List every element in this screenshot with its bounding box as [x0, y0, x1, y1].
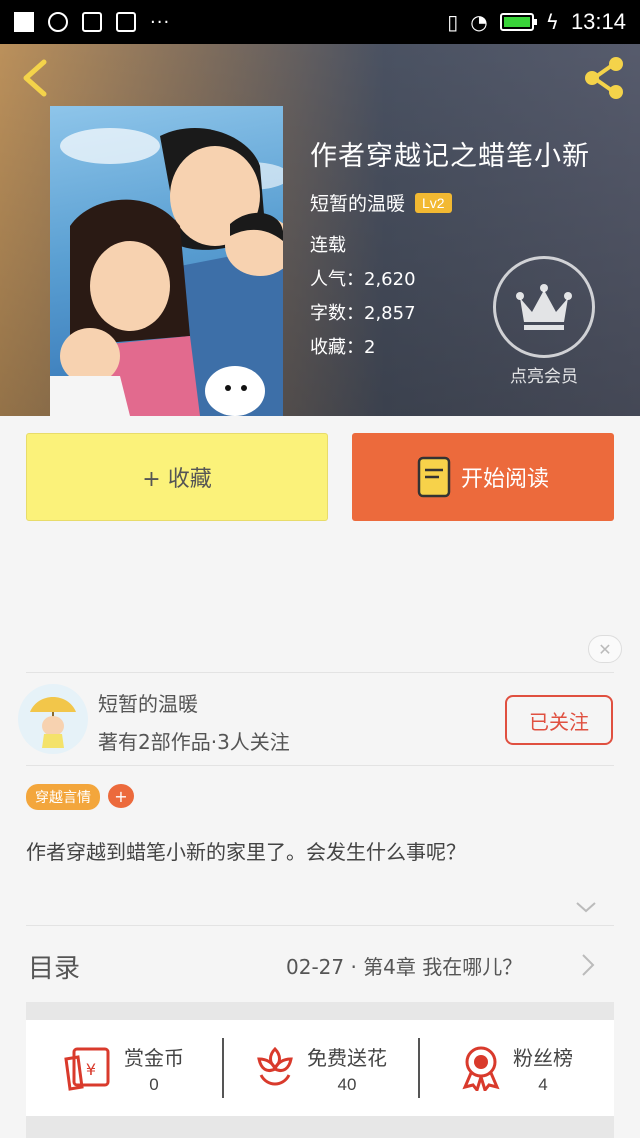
status-bar: ··· ▯ ◔ ϟ 13:14: [0, 0, 640, 44]
battery-icon: [499, 13, 537, 31]
book-cover-image[interactable]: [50, 106, 283, 416]
vip-membership-button[interactable]: 点亮会员: [493, 256, 595, 387]
word-count-stat: 字数：2,857: [310, 303, 416, 324]
level-badge: Lv2: [415, 192, 452, 213]
fan-ranking-button[interactable]: 粉丝榜 4: [418, 1020, 614, 1116]
collect-button[interactable]: + 收藏: [26, 433, 328, 521]
avatar[interactable]: [18, 684, 88, 754]
wifi-icon: ◔: [470, 10, 488, 34]
charging-icon: ϟ: [545, 10, 559, 34]
send-flower-value: 40: [337, 1074, 357, 1094]
popularity-stat: 人气：2,620: [310, 269, 416, 290]
latest-chapter[interactable]: 02-27 · 第4章 我在哪儿？: [286, 951, 522, 980]
book-title: 作者穿越记之蜡笔小新: [310, 141, 590, 172]
divider: [26, 765, 614, 766]
tag-chip[interactable]: 穿越言情: [26, 784, 100, 810]
reward-coins-button[interactable]: ¥ 赏金币 0: [26, 1020, 222, 1116]
divider: [26, 925, 614, 926]
send-flower-label: 免费送花: [307, 1045, 387, 1070]
section-separator: [26, 1002, 614, 1020]
send-flower-button[interactable]: 免费送花 40: [222, 1020, 418, 1116]
start-reading-label: 开始阅读: [460, 467, 549, 492]
share-icon[interactable]: [580, 54, 628, 102]
follow-button[interactable]: 已关注: [505, 695, 613, 745]
author-card-stats: 著有2部作品·3人关注: [98, 730, 290, 754]
reward-bar: ¥ 赏金币 0 免费送花 40 粉丝榜 4: [26, 1020, 614, 1116]
red-envelope-icon: ¥: [64, 1047, 110, 1091]
author-card[interactable]: 短暂的温暖 著有2部作品·3人关注 已关注: [0, 672, 640, 766]
close-icon[interactable]: ✕: [588, 635, 622, 663]
book-header: 作者穿越记之蜡笔小新 短暂的温暖 Lv2 连载 人气：2,620 字数：2,85…: [0, 44, 640, 416]
crown-icon: [516, 284, 572, 330]
author-card-name: 短暂的温暖: [98, 692, 198, 716]
start-reading-button[interactable]: 开始阅读: [352, 433, 614, 521]
favorites-stat: 收藏：2: [310, 337, 376, 358]
medal-icon: [462, 1046, 500, 1091]
more-notifications-icon: ···: [150, 11, 171, 33]
chevron-down-icon[interactable]: [574, 898, 598, 916]
book-description: 作者穿越到蜡笔小新的家里了。会发生什么事呢？: [26, 840, 466, 864]
fan-ranking-value: 4: [538, 1074, 548, 1094]
reward-coins-value: 0: [149, 1074, 159, 1094]
notification-square-icon: [14, 12, 34, 32]
flower-icon: [257, 1046, 293, 1086]
tag-list: 穿越言情 +: [26, 784, 134, 810]
image-icon: [82, 12, 102, 32]
chevron-right-icon[interactable]: [580, 952, 596, 978]
svg-text:¥: ¥: [86, 1060, 96, 1079]
author-name[interactable]: 短暂的温暖: [310, 189, 405, 216]
clock: 13:14: [570, 9, 626, 34]
calendar-icon: [116, 12, 136, 32]
book-icon: [417, 456, 451, 498]
section-separator: [26, 1116, 614, 1138]
toc-label[interactable]: 目录: [28, 948, 80, 985]
vibrate-icon: ▯: [447, 10, 459, 34]
globe-icon: [48, 12, 68, 32]
fan-ranking-label: 粉丝榜: [513, 1045, 573, 1070]
reward-coins-label: 赏金币: [124, 1045, 184, 1070]
add-tag-button[interactable]: +: [108, 784, 134, 808]
back-icon[interactable]: [16, 56, 56, 100]
serial-status: 连载: [310, 235, 346, 256]
vip-label: 点亮会员: [510, 367, 578, 387]
